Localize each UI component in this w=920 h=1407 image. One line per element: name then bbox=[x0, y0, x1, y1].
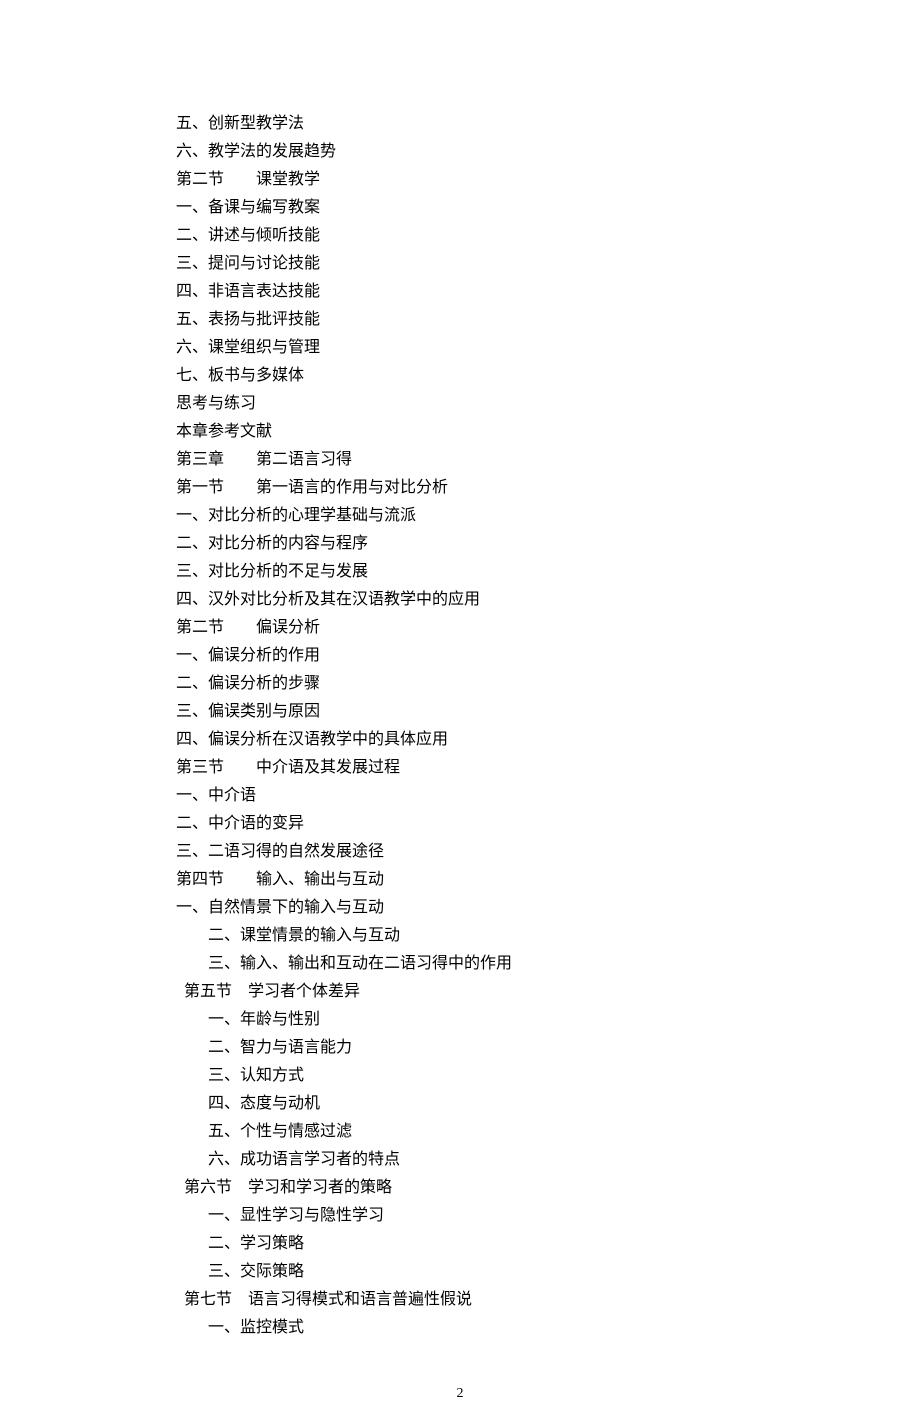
document-content: 五、创新型教学法六、教学法的发展趋势 第二节 课堂教学 一、备课与编写教案二、讲… bbox=[0, 110, 920, 1342]
toc-line: 三、二语习得的自然发展途径 bbox=[176, 838, 820, 866]
toc-line: 一、对比分析的心理学基础与流派 bbox=[176, 502, 820, 530]
toc-line: 三、交际策略 bbox=[176, 1258, 820, 1286]
toc-line: 第三章 第二语言习得 bbox=[176, 446, 820, 474]
toc-line: 一、年龄与性别 bbox=[176, 1006, 820, 1034]
toc-line: 六、教学法的发展趋势 bbox=[176, 138, 820, 166]
toc-line: 四、偏误分析在汉语教学中的具体应用 bbox=[176, 726, 820, 754]
toc-line: 三、输入、输出和互动在二语习得中的作用 bbox=[176, 950, 820, 978]
toc-line: 第三节 中介语及其发展过程 bbox=[176, 754, 820, 782]
toc-line: 一、备课与编写教案 bbox=[176, 194, 820, 222]
toc-line: 本章参考文献 bbox=[176, 418, 820, 446]
toc-line: 第六节 学习和学习者的策略 bbox=[176, 1174, 820, 1202]
toc-line: 第二节 偏误分析 bbox=[176, 614, 820, 642]
toc-line: 三、偏误类别与原因 bbox=[176, 698, 820, 726]
toc-line: 一、显性学习与隐性学习 bbox=[176, 1202, 820, 1230]
toc-line: 二、偏误分析的步骤 bbox=[176, 670, 820, 698]
toc-line: 二、讲述与倾听技能 bbox=[176, 222, 820, 250]
toc-line: 思考与练习 bbox=[176, 390, 820, 418]
toc-line: 三、提问与讨论技能 bbox=[176, 250, 820, 278]
toc-line: 第二节 课堂教学 bbox=[176, 166, 820, 194]
page-number: 2 bbox=[0, 1382, 920, 1407]
toc-line: 四、非语言表达技能 bbox=[176, 278, 820, 306]
toc-line: 第一节 第一语言的作用与对比分析 bbox=[176, 474, 820, 502]
toc-line: 四、态度与动机 bbox=[176, 1090, 820, 1118]
toc-line: 第七节 语言习得模式和语言普遍性假说 bbox=[176, 1286, 820, 1314]
toc-line: 七、板书与多媒体 bbox=[176, 362, 820, 390]
toc-line: 二、课堂情景的输入与互动 bbox=[176, 922, 820, 950]
toc-line: 六、课堂组织与管理 bbox=[176, 334, 820, 362]
toc-line: 一、中介语 bbox=[176, 782, 820, 810]
toc-line: 二、智力与语言能力 bbox=[176, 1034, 820, 1062]
toc-line: 二、对比分析的内容与程序 bbox=[176, 530, 820, 558]
toc-line: 第四节 输入、输出与互动 bbox=[176, 866, 820, 894]
toc-line: 二、中介语的变异 bbox=[176, 810, 820, 838]
toc-line: 三、对比分析的不足与发展 bbox=[176, 558, 820, 586]
toc-line: 第五节 学习者个体差异 bbox=[176, 978, 820, 1006]
toc-line: 五、个性与情感过滤 bbox=[176, 1118, 820, 1146]
toc-line: 四、汉外对比分析及其在汉语教学中的应用 bbox=[176, 586, 820, 614]
toc-line: 二、学习策略 bbox=[176, 1230, 820, 1258]
toc-line: 六、成功语言学习者的特点 bbox=[176, 1146, 820, 1174]
toc-line: 五、创新型教学法 bbox=[176, 110, 820, 138]
toc-line: 一、自然情景下的输入与互动 bbox=[176, 894, 820, 922]
toc-line: 三、认知方式 bbox=[176, 1062, 820, 1090]
toc-line: 一、监控模式 bbox=[176, 1314, 820, 1342]
toc-line: 五、表扬与批评技能 bbox=[176, 306, 820, 334]
toc-line: 一、偏误分析的作用 bbox=[176, 642, 820, 670]
